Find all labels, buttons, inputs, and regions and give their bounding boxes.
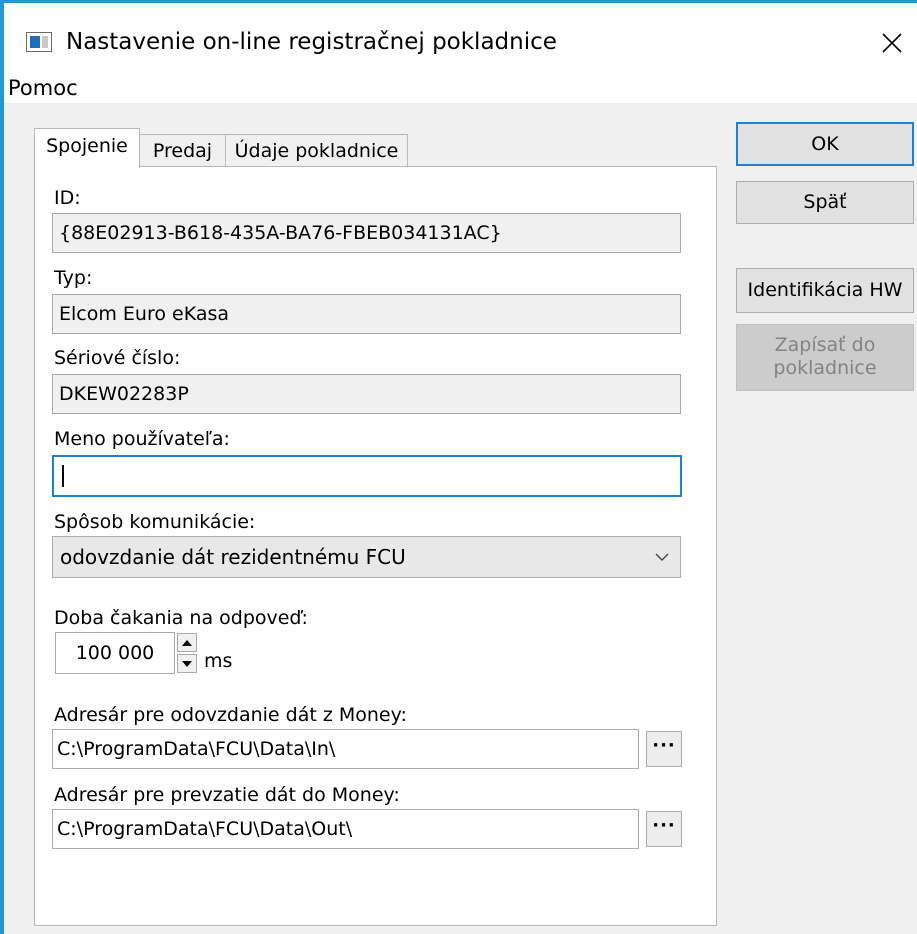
tab-spojenie[interactable]: Spojenie bbox=[34, 128, 140, 168]
window-border-left bbox=[0, 0, 4, 934]
tab-udaje-pokladnice[interactable]: Údaje pokladnice bbox=[225, 134, 408, 167]
chevron-down-icon bbox=[655, 553, 669, 561]
comm-method-select[interactable]: odovzdanie dát rezidentnému FCU bbox=[52, 536, 681, 578]
spin-down-button[interactable] bbox=[177, 654, 197, 673]
app-icon bbox=[26, 32, 52, 52]
spin-up-button[interactable] bbox=[177, 633, 197, 652]
type-field: Elcom Euro eKasa bbox=[52, 294, 681, 334]
text-caret bbox=[62, 465, 64, 487]
window-border bbox=[0, 0, 917, 3]
write-to-register-button[interactable]: Zapísať do pokladnice bbox=[736, 324, 914, 391]
timeout-input[interactable]: 100 000 bbox=[55, 632, 175, 674]
spin-down-icon bbox=[182, 660, 192, 667]
export-dir-label: Adresár pre odovzdanie dát z Money: bbox=[54, 704, 407, 726]
comm-method-value: odovzdanie dát rezidentnému FCU bbox=[60, 545, 406, 569]
username-input[interactable] bbox=[52, 455, 682, 497]
back-button[interactable]: Späť bbox=[736, 181, 914, 224]
spin-up-icon bbox=[182, 639, 192, 646]
hw-identification-button[interactable]: Identifikácia HW bbox=[736, 268, 914, 313]
window-title: Nastavenie on-line registračnej pokladni… bbox=[66, 29, 557, 55]
write-button-line2: pokladnice bbox=[773, 357, 877, 379]
comm-method-label: Spôsob komunikácie: bbox=[54, 511, 256, 533]
write-button-line1: Zapísať do bbox=[774, 334, 876, 356]
import-dir-input[interactable]: C:\ProgramData\FCU\Data\Out\ bbox=[52, 809, 639, 849]
id-field: {88E02913-B618-435A-BA76-FBEB034131AC} bbox=[52, 213, 681, 253]
timeout-label: Doba čakania na odpoveď: bbox=[54, 607, 308, 629]
import-dir-browse-button[interactable]: ··· bbox=[646, 811, 682, 847]
timeout-spinner bbox=[177, 633, 197, 673]
close-icon bbox=[882, 33, 902, 53]
title-bar: Nastavenie on-line registračnej pokladni… bbox=[4, 3, 917, 69]
export-dir-input[interactable]: C:\ProgramData\FCU\Data\In\ bbox=[52, 729, 639, 769]
close-button[interactable] bbox=[869, 23, 915, 63]
menu-bar: Pomoc bbox=[4, 69, 917, 103]
serial-label: Sériové číslo: bbox=[54, 347, 181, 369]
type-label: Typ: bbox=[54, 267, 93, 289]
export-dir-browse-button[interactable]: ··· bbox=[646, 731, 682, 767]
id-label: ID: bbox=[54, 187, 81, 209]
ok-button[interactable]: OK bbox=[736, 122, 914, 166]
serial-field: DKEW02283P bbox=[52, 374, 681, 414]
menu-item-help[interactable]: Pomoc bbox=[8, 75, 78, 101]
username-label: Meno používateľa: bbox=[54, 428, 230, 450]
import-dir-label: Adresár pre prevzatie dát do Money: bbox=[54, 784, 400, 806]
tab-predaj[interactable]: Predaj bbox=[139, 134, 226, 167]
timeout-unit: ms bbox=[204, 650, 233, 672]
